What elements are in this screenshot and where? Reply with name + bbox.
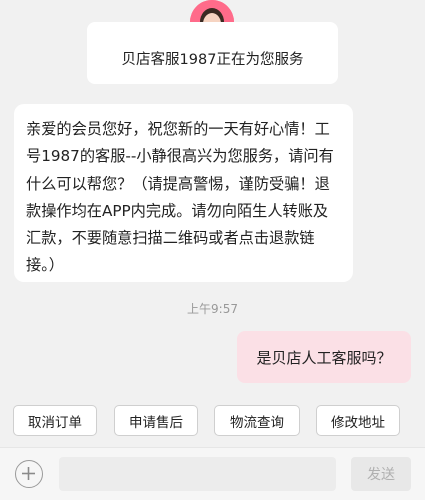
quick-reply-cancel-order[interactable]: 取消订单: [13, 405, 97, 436]
incoming-message-bubble: 亲爱的会员您好，祝您新的一天有好心情！工号1987的客服--小静很高兴为您服务，…: [14, 104, 353, 282]
plus-icon[interactable]: [15, 460, 43, 488]
message-input[interactable]: [59, 457, 336, 491]
chat-input-bar: 发送: [0, 447, 425, 500]
outgoing-message-bubble: 是贝店人工客服吗？: [237, 331, 411, 383]
agent-status-text: 贝店客服1987正在为您服务: [121, 52, 304, 68]
agent-status-card: 贝店客服1987正在为您服务: [87, 22, 338, 84]
send-button[interactable]: 发送: [351, 457, 411, 491]
quick-reply-logistics[interactable]: 物流查询: [214, 405, 300, 436]
quick-reply-after-sales[interactable]: 申请售后: [114, 405, 198, 436]
outgoing-message-text: 是贝店人工客服吗？: [256, 348, 392, 367]
incoming-message-text: 亲爱的会员您好，祝您新的一天有好心情！工号1987的客服--小静很高兴为您服务，…: [26, 120, 334, 275]
quick-reply-bar: 取消订单 申请售后 物流查询 修改地址: [0, 397, 425, 447]
quick-reply-change-address[interactable]: 修改地址: [316, 405, 400, 436]
message-timestamp: 上午9:57: [187, 302, 238, 316]
